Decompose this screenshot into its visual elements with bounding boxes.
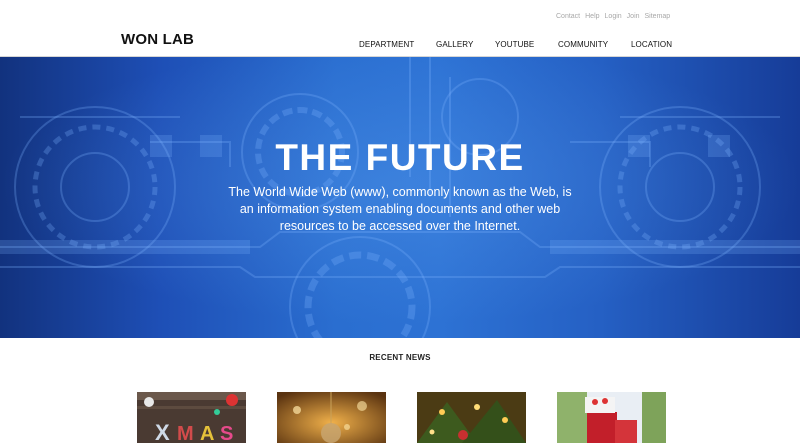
news-thumbnail[interactable]: X M A S <box>137 392 246 443</box>
hero-banner: THE FUTURE The World Wide Web (www), com… <box>0 57 800 338</box>
svg-text:X: X <box>155 420 170 443</box>
svg-text:S: S <box>220 423 233 443</box>
recent-news-title: RECENT NEWS <box>369 353 431 362</box>
login-link[interactable]: Login <box>605 13 622 20</box>
hero-description: The World Wide Web (www), commonly known… <box>228 185 572 233</box>
news-thumbnail[interactable] <box>557 392 666 443</box>
utility-nav: Contact Help Login Join Sitemap <box>556 13 670 20</box>
nav-item-location[interactable]: LOCATION <box>631 40 672 49</box>
sitemap-link[interactable]: Sitemap <box>645 13 671 20</box>
nav-item-community[interactable]: COMMUNITY <box>558 40 608 49</box>
hero-title: THE FUTURE <box>275 137 525 178</box>
nav-item-department[interactable]: DEPARTMENT <box>359 40 414 49</box>
svg-text:M: M <box>177 423 194 443</box>
nav-item-gallery[interactable]: GALLERY <box>436 40 473 49</box>
nav-item-youtube[interactable]: YOUTUBE <box>495 40 534 49</box>
christmas-ornament-image <box>277 392 386 443</box>
xmas-letters-image: X M A S <box>137 392 246 443</box>
news-thumbnail[interactable] <box>417 392 526 443</box>
svg-text:A: A <box>200 423 214 443</box>
christmas-tree-image <box>417 392 526 443</box>
contact-link[interactable]: Contact <box>556 13 580 20</box>
join-link[interactable]: Join <box>627 13 640 20</box>
news-thumbnail[interactable] <box>277 392 386 443</box>
main-nav: DEPARTMENT GALLERY YOUTUBE COMMUNITY LOC… <box>0 40 800 52</box>
gift-box-image <box>557 392 666 443</box>
help-link[interactable]: Help <box>585 13 599 20</box>
